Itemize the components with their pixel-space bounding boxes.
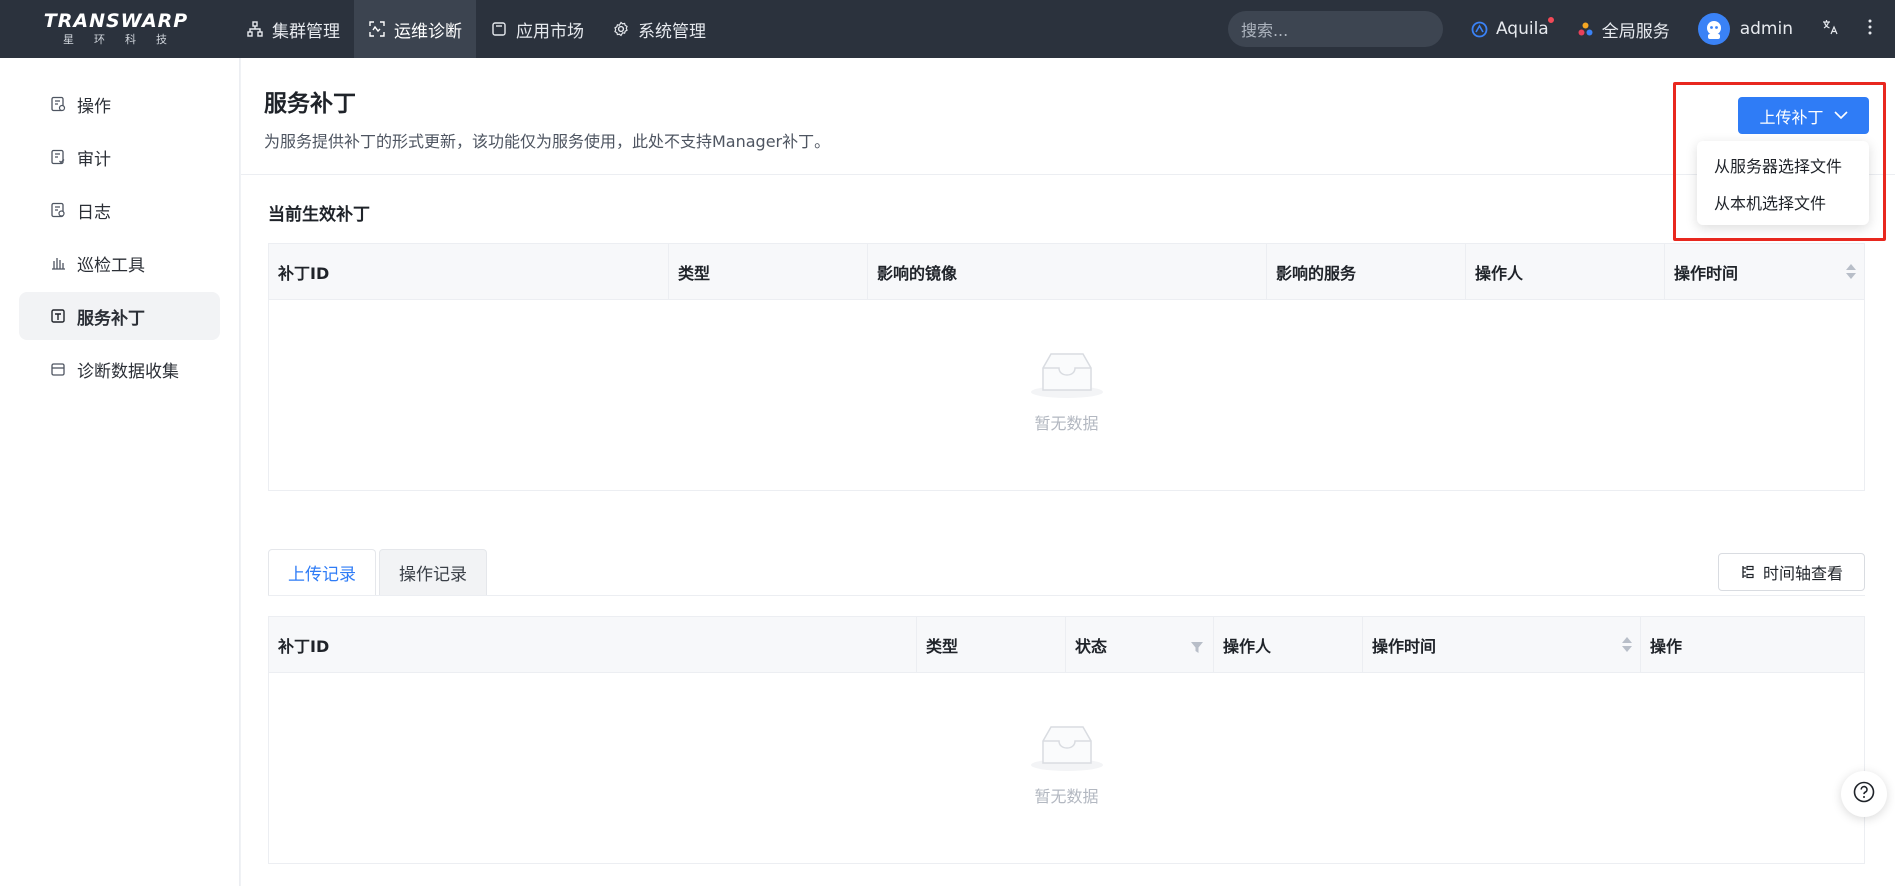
column-header-affected-services: 影响的服务 — [1267, 244, 1466, 300]
more-vertical-icon — [1867, 18, 1873, 41]
current-patch-title: 当前生效补丁 — [268, 205, 370, 225]
empty-inbox-icon — [1029, 350, 1105, 402]
column-header-operator: 操作人 — [1466, 244, 1665, 300]
table-header: 补丁ID 类型 影响的镜像 影响的服务 操作人 操作时间 — [269, 244, 1864, 300]
search-input[interactable]: 搜索... — [1227, 11, 1443, 47]
sidebar-item-operation[interactable]: 操作 — [19, 80, 220, 128]
sidebar-item-label: 日志 — [77, 202, 111, 223]
nav-label: 集群管理 — [272, 21, 340, 42]
aquila-icon — [1471, 21, 1488, 38]
sidebar-item-log[interactable]: 日志 — [19, 186, 220, 234]
more-menu-button[interactable] — [1867, 18, 1873, 41]
nav-item-cluster[interactable]: 集群管理 — [232, 0, 354, 58]
column-header-patch-id: 补丁ID — [269, 244, 669, 300]
column-header-type: 类型 — [917, 617, 1066, 673]
empty-state: 暂无数据 — [269, 723, 1864, 807]
sidebar: 操作 审计 日志 巡检工具 服务补丁 诊断数据收集 — [0, 58, 240, 886]
translate-icon — [1821, 18, 1839, 41]
sidebar-item-label: 审计 — [77, 149, 111, 170]
menu-item-from-server[interactable]: 从服务器选择文件 — [1697, 148, 1869, 185]
help-button[interactable] — [1841, 771, 1887, 817]
sidebar-item-patch[interactable]: 服务补丁 — [19, 292, 220, 340]
diagnosis-icon — [368, 20, 386, 38]
operation-icon — [49, 95, 67, 113]
language-switch[interactable] — [1821, 18, 1839, 41]
patch-icon — [49, 307, 67, 325]
inspection-icon — [49, 254, 67, 272]
user-name: admin — [1739, 19, 1793, 39]
column-header-op-time[interactable]: 操作时间 — [1665, 244, 1864, 300]
empty-state: 暂无数据 — [269, 350, 1864, 434]
logo-wordmark: TRANSWARP — [43, 10, 189, 32]
aquila-link[interactable]: Aquila — [1471, 16, 1555, 39]
logo-subtitle: 星环科技 — [63, 33, 187, 46]
sidebar-item-label: 服务补丁 — [77, 308, 145, 329]
sidebar-item-label: 操作 — [77, 96, 111, 117]
tabs-divider — [268, 595, 1865, 596]
main-content: 服务补丁 为服务提供补丁的形式更新，该功能仅为服务使用，此处不支持Manager… — [241, 58, 1895, 886]
nav-label: 系统管理 — [638, 21, 706, 42]
table-header: 补丁ID 类型 状态 操作人 操作时间 操作 — [269, 617, 1864, 673]
question-icon — [1853, 781, 1875, 807]
log-icon — [49, 201, 67, 219]
page-description: 为服务提供补丁的形式更新，该功能仅为服务使用，此处不支持Manager补丁。 — [264, 132, 831, 151]
divider — [241, 174, 1895, 175]
market-icon — [490, 20, 508, 38]
data-collect-icon — [49, 360, 67, 378]
global-services-label: 全局服务 — [1601, 21, 1670, 42]
chevron-down-icon — [1833, 111, 1848, 120]
sort-icon[interactable] — [1846, 264, 1856, 279]
user-menu[interactable]: admin — [1697, 13, 1793, 45]
nav-label: 应用市场 — [516, 21, 584, 42]
column-header-operator: 操作人 — [1214, 617, 1363, 673]
timeline-view-label: 时间轴查看 — [1762, 564, 1843, 583]
global-services-icon — [1577, 21, 1594, 38]
upload-patch-label: 上传补丁 — [1759, 107, 1824, 127]
empty-inbox-icon — [1029, 723, 1105, 775]
timeline-icon — [1740, 565, 1754, 579]
tab-operation-records[interactable]: 操作记录 — [379, 549, 487, 595]
global-services-link[interactable]: 全局服务 — [1577, 17, 1670, 42]
sidebar-item-label: 巡检工具 — [77, 255, 145, 276]
nav-label: 运维诊断 — [394, 21, 462, 42]
upload-patch-button[interactable]: 上传补丁 — [1738, 97, 1869, 134]
tab-upload-records[interactable]: 上传记录 — [268, 549, 376, 595]
column-header-affected-images: 影响的镜像 — [868, 244, 1267, 300]
empty-text: 暂无数据 — [1034, 787, 1099, 806]
column-header-actions: 操作 — [1650, 637, 1683, 656]
column-header-op-time[interactable]: 操作时间 — [1363, 617, 1641, 673]
gear-icon — [612, 20, 630, 38]
column-header-status[interactable]: 状态 — [1066, 617, 1214, 673]
menu-item-from-local[interactable]: 从本机选择文件 — [1697, 185, 1869, 222]
column-header-type: 类型 — [669, 244, 868, 300]
nav-item-market[interactable]: 应用市场 — [476, 0, 598, 58]
sidebar-item-inspection[interactable]: 巡检工具 — [19, 239, 220, 287]
nav-item-system[interactable]: 系统管理 — [598, 0, 720, 58]
notification-dot — [1546, 16, 1555, 24]
aquila-label: Aquila — [1495, 19, 1549, 39]
timeline-view-button[interactable]: 时间轴查看 — [1718, 553, 1865, 591]
empty-text: 暂无数据 — [1034, 414, 1099, 433]
page-title: 服务补丁 — [264, 91, 356, 117]
column-header-label: 状态 — [1075, 637, 1108, 656]
sidebar-item-label: 诊断数据收集 — [77, 361, 179, 382]
avatar — [1697, 13, 1730, 45]
cluster-icon — [246, 20, 264, 38]
upload-record-table: 补丁ID 类型 状态 操作人 操作时间 操作 暂无数据 — [268, 616, 1865, 864]
filter-icon[interactable] — [1191, 638, 1203, 657]
column-header-label: 操作时间 — [1372, 637, 1437, 656]
sidebar-item-audit[interactable]: 审计 — [19, 133, 220, 181]
column-header-label: 操作时间 — [1674, 264, 1739, 283]
brand-logo[interactable]: TRANSWARP 星环科技 — [0, 0, 232, 58]
sidebar-item-data-collect[interactable]: 诊断数据收集 — [19, 345, 220, 393]
current-patch-table: 补丁ID 类型 影响的镜像 影响的服务 操作人 操作时间 暂无数据 — [268, 243, 1865, 491]
column-header-patch-id: 补丁ID — [269, 617, 917, 673]
upload-dropdown-menu: 从服务器选择文件 从本机选择文件 — [1697, 141, 1869, 225]
sort-icon[interactable] — [1622, 637, 1632, 652]
audit-icon — [49, 148, 67, 166]
top-navbar: TRANSWARP 星环科技 集群管理 运维诊断 应用市场 系统管理 搜索...… — [0, 0, 1895, 58]
nav-item-diagnosis[interactable]: 运维诊断 — [354, 0, 476, 58]
record-tabs: 上传记录 操作记录 — [268, 549, 490, 595]
